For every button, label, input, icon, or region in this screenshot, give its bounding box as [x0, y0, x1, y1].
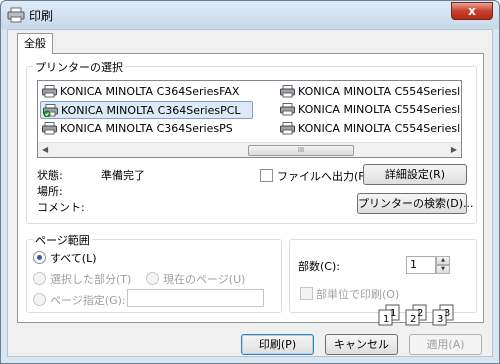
page-range-pages-input[interactable]: [127, 289, 264, 307]
preferences-button[interactable]: 詳細設定(R): [363, 164, 467, 185]
page-range-all-label[interactable]: すべて(L): [50, 250, 97, 266]
printer-item-label: KONICA MINOLTA C554Seriesl: [298, 103, 461, 116]
collate-page-number: 3: [444, 308, 450, 319]
printer-item-c554-3[interactable]: KONICA MINOLTA C554Seriesl: [278, 120, 461, 138]
page-range-all-radio[interactable]: [33, 251, 46, 264]
print-to-file-checkbox[interactable]: [260, 169, 273, 182]
printer-icon: [42, 122, 57, 135]
close-button[interactable]: x: [451, 2, 493, 20]
collate-page-number: 2: [417, 308, 423, 319]
window-title: 印刷: [29, 9, 54, 23]
collate-icon: 1 1 2 2 3 3: [376, 304, 466, 326]
collate-label[interactable]: 部単位で印刷(O): [316, 286, 399, 302]
page-range-current-radio[interactable]: [146, 272, 159, 285]
title-bar[interactable]: 印刷 x: [1, 1, 499, 29]
copies-label: 部数(C):: [298, 260, 340, 273]
printer-list[interactable]: KONICA MINOLTA C364SeriesFAX KONICA MINO…: [37, 80, 462, 158]
print-button[interactable]: 印刷(P): [241, 334, 314, 355]
tab-panel-general: プリンターの選択 KONICA MINOLTA C364SeriesFAX KO…: [17, 53, 484, 326]
spin-down-icon[interactable]: ▼: [436, 265, 450, 274]
printer-item-label: KONICA MINOLTA C364SeriesFAX: [60, 85, 240, 98]
printer-item-label: KONICA MINOLTA C364SeriesPCL: [61, 104, 241, 117]
spin-up-icon[interactable]: ▲: [436, 256, 450, 265]
print-dialog: 印刷 x 全般 プリンターの選択 KONICA MINOLTA C364Seri…: [0, 0, 500, 364]
status-value: 準備完了: [101, 169, 145, 182]
printer-icon: [280, 85, 295, 98]
dialog-body: 全般 プリンターの選択 KONICA MINOLTA C364SeriesFAX: [7, 29, 493, 357]
printer-item-c364-pcl[interactable]: KONICA MINOLTA C364SeriesPCL: [40, 101, 253, 119]
printer-icon: [280, 122, 295, 135]
page-range-group: ページ範囲 すべて(L) 選択した部分(T) 現在のページ(U) ページ指定(G…: [26, 232, 282, 313]
status-label: 状態:: [37, 169, 63, 182]
cancel-button[interactable]: キャンセル: [325, 334, 398, 355]
page-range-selection-label[interactable]: 選択した部分(T): [50, 271, 131, 287]
printer-item-label: KONICA MINOLTA C554Seriesl: [298, 85, 461, 98]
collate-page-number: 3: [437, 314, 443, 325]
printer-item-c364-fax[interactable]: KONICA MINOLTA C364SeriesFAX: [40, 83, 275, 101]
copies-group: 部数(C): 1 ▲ ▼ 部単位で印刷(O): [289, 239, 477, 313]
printer-icon: [280, 103, 295, 116]
page-range-selection-radio[interactable]: [33, 272, 46, 285]
default-printer-icon: [43, 104, 58, 117]
scrollbar-grip: III: [297, 146, 305, 154]
horizontal-scrollbar[interactable]: ◀ III ▶: [38, 142, 461, 157]
printer-icon: [7, 7, 25, 23]
page-range-current-label[interactable]: 現在のページ(U): [163, 271, 245, 287]
printer-item-c554-1[interactable]: KONICA MINOLTA C554Seriesl: [278, 83, 461, 101]
copies-input[interactable]: 1: [406, 256, 436, 274]
apply-button[interactable]: 適用(A): [409, 334, 482, 355]
copies-spinner[interactable]: ▲ ▼: [436, 256, 450, 274]
fax-printer-icon: [42, 85, 57, 98]
comment-label: コメント:: [37, 201, 85, 214]
location-label: 場所:: [37, 185, 63, 198]
collate-checkbox[interactable]: [300, 287, 313, 300]
printer-selection-label: プリンターの選択: [33, 59, 125, 75]
printer-item-c554-2[interactable]: KONICA MINOLTA C554Seriesl: [278, 101, 461, 119]
find-printer-button[interactable]: プリンターの検索(D)...: [357, 193, 474, 214]
collate-page-number: 1: [390, 308, 396, 319]
scroll-right-icon[interactable]: ▶: [451, 145, 457, 154]
printer-selection-group: プリンターの選択 KONICA MINOLTA C364SeriesFAX KO…: [26, 59, 477, 224]
scroll-left-icon[interactable]: ◀: [42, 145, 48, 154]
printer-item-label: KONICA MINOLTA C554Seriesl: [298, 122, 461, 135]
printer-item-c364-ps[interactable]: KONICA MINOLTA C364SeriesPS: [40, 120, 275, 138]
page-range-pages-label[interactable]: ページ指定(G):: [50, 292, 126, 308]
tab-general[interactable]: 全般: [17, 33, 53, 54]
printer-item-label: KONICA MINOLTA C364SeriesPS: [60, 122, 233, 135]
page-range-label: ページ範囲: [33, 232, 92, 248]
collate-page-number: 2: [410, 314, 416, 325]
print-to-file-label[interactable]: ファイルへ出力(F): [277, 168, 369, 184]
scrollbar-thumb[interactable]: III: [248, 145, 354, 156]
collate-page-number: 1: [383, 314, 389, 325]
page-range-pages-radio[interactable]: [33, 293, 46, 306]
